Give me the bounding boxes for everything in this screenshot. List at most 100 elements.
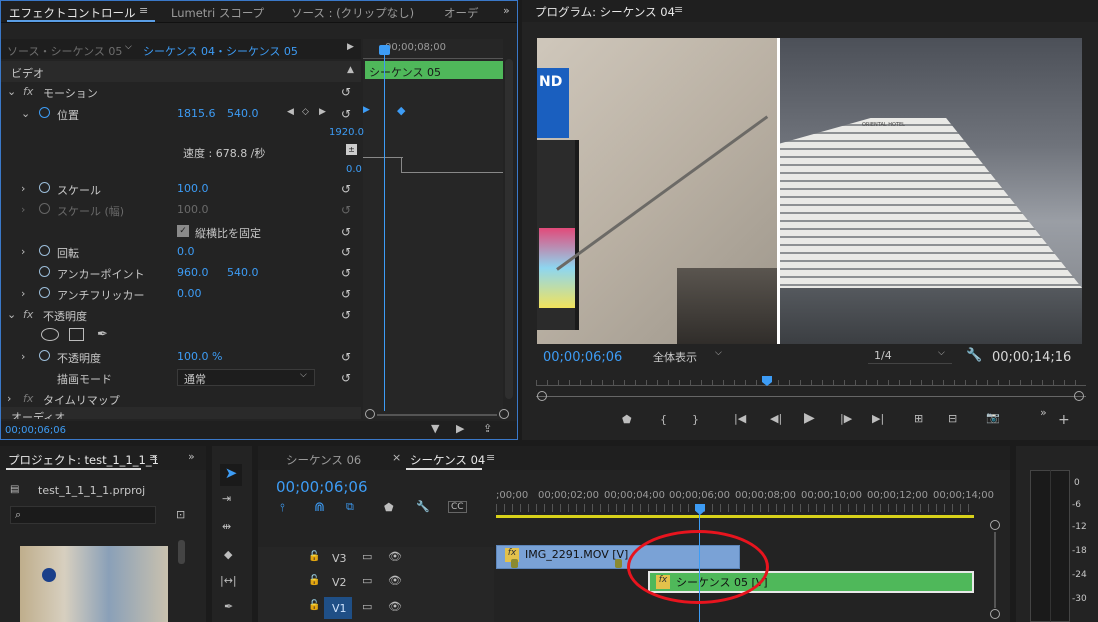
expand-chevron-icon[interactable]: ›: [21, 350, 25, 363]
reset-icon[interactable]: ↺: [341, 287, 351, 301]
video-frame[interactable]: ND ORIENTAL HOTEL: [537, 38, 1082, 344]
add-marker-icon[interactable]: ⬟: [384, 501, 394, 514]
scrollbar[interactable]: [505, 59, 513, 399]
pen-tool-icon[interactable]: ✒: [224, 600, 233, 613]
expand-chevron-icon[interactable]: ›: [21, 287, 25, 300]
timeline-timecode[interactable]: 00;00;06;06: [276, 478, 368, 496]
panel-menu-icon[interactable]: ≡: [674, 3, 683, 16]
media-thumbnail[interactable]: [20, 546, 168, 622]
tab-source[interactable]: ソース : (クリップなし): [291, 5, 414, 21]
stopwatch-icon[interactable]: [39, 350, 50, 361]
play-icon[interactable]: ▶: [804, 410, 815, 426]
export-icon[interactable]: ⇪: [483, 422, 492, 435]
keyframe-icon[interactable]: ◆: [397, 104, 405, 117]
add-button-icon[interactable]: +: [1058, 412, 1070, 428]
project-title[interactable]: プロジェクト: test_1_1_1_1: [8, 452, 159, 468]
expand-chevron-icon[interactable]: ›: [21, 245, 25, 258]
lock-icon[interactable]: 🔓: [308, 575, 320, 586]
graph-toggle-icon[interactable]: ±: [346, 144, 357, 155]
reset-icon[interactable]: ↺: [341, 182, 351, 196]
next-keyframe-icon[interactable]: ▶: [319, 107, 326, 117]
collapse-icon[interactable]: ▲: [347, 65, 354, 75]
mini-clip-bar[interactable]: シーケンス 05: [365, 61, 503, 79]
expand-panels-icon[interactable]: »: [188, 450, 195, 463]
track-select-icon[interactable]: ⇥: [222, 492, 231, 505]
mark-out-icon[interactable]: }: [692, 413, 699, 426]
step-forward-icon[interactable]: |▶: [840, 412, 852, 425]
snap-icon[interactable]: ⫯: [280, 501, 285, 515]
expand-buttons-icon[interactable]: »: [1040, 406, 1047, 419]
reset-icon[interactable]: ↺: [341, 350, 351, 364]
extract-icon[interactable]: ⊟: [948, 412, 957, 425]
ripple-edit-icon[interactable]: ⇹: [222, 520, 231, 533]
lift-icon[interactable]: ⊞: [914, 412, 923, 425]
reset-icon[interactable]: ↺: [341, 225, 351, 239]
close-icon[interactable]: ×: [392, 451, 401, 464]
selection-tool-icon[interactable]: ➤: [220, 464, 242, 486]
stopwatch-icon[interactable]: [39, 287, 50, 298]
zoom-handle-right[interactable]: [499, 409, 509, 419]
panel-menu-icon[interactable]: ≡: [486, 451, 495, 464]
expand-chevron-icon[interactable]: ⌄: [7, 308, 16, 321]
antiflicker-value[interactable]: 0.00: [177, 287, 202, 300]
reset-icon[interactable]: ↺: [341, 308, 351, 322]
razor-tool-icon[interactable]: ◆: [224, 548, 232, 561]
position-y-value[interactable]: 540.0: [227, 107, 259, 120]
sync-icon[interactable]: ▭: [362, 574, 372, 587]
sequence-selector[interactable]: シーケンス 04・シーケンス 05: [143, 43, 298, 59]
play-audio-icon[interactable]: ▶: [456, 422, 464, 435]
scrubber-handle-left[interactable]: [537, 391, 547, 401]
reset-icon[interactable]: ↺: [341, 371, 351, 385]
linked-selection-icon[interactable]: ⧉: [346, 500, 354, 514]
uniform-scale-checkbox[interactable]: ✓: [177, 225, 189, 237]
v-scroll-track[interactable]: [994, 532, 996, 608]
zoom-handle-left[interactable]: [365, 409, 375, 419]
position-x-value[interactable]: 1815.6: [177, 107, 216, 120]
rotation-value[interactable]: 0.0: [177, 245, 195, 258]
marker-icon[interactable]: ⬟: [622, 413, 632, 426]
opacity-value[interactable]: 100.0 %: [177, 350, 222, 363]
stopwatch-icon[interactable]: [39, 266, 50, 277]
tab-sequence-04[interactable]: シーケンス 04: [410, 452, 485, 468]
tab-effect-controls[interactable]: エフェクトコントロール: [9, 5, 136, 21]
expand-panels-icon[interactable]: »: [503, 4, 510, 17]
expand-chevron-icon[interactable]: ⌄: [7, 85, 16, 98]
play-triangle-icon[interactable]: ▶: [347, 42, 354, 52]
new-bin-icon[interactable]: ⊡: [176, 508, 185, 521]
sync-icon[interactable]: ▭: [362, 600, 372, 613]
anchor-x-value[interactable]: 960.0: [177, 266, 209, 279]
wrench-icon[interactable]: 🔧: [966, 348, 982, 363]
tab-lumetri-scopes[interactable]: Lumetri スコープ: [171, 5, 264, 21]
v-scroll-top[interactable]: [990, 520, 1000, 530]
prev-keyframe-icon[interactable]: ◀: [287, 107, 294, 117]
scale-value[interactable]: 100.0: [177, 182, 209, 195]
chevron-down-icon[interactable]: ⌵: [125, 42, 132, 52]
expand-chevron-icon[interactable]: ›: [7, 392, 11, 405]
add-keyframe-icon[interactable]: ◇: [302, 107, 309, 117]
reset-icon[interactable]: ↺: [341, 266, 351, 280]
fit-dropdown[interactable]: 全体表示 ⌵: [649, 348, 729, 364]
pen-mask-icon[interactable]: ✒: [97, 327, 108, 342]
stopwatch-icon[interactable]: [39, 182, 50, 193]
panel-menu-icon[interactable]: ≡: [139, 4, 148, 17]
program-title[interactable]: プログラム: シーケンス 04: [535, 4, 675, 20]
zoom-bar[interactable]: [363, 409, 513, 419]
program-timecode[interactable]: 00;00;06;06: [543, 350, 622, 365]
blend-mode-dropdown[interactable]: 通常 ⌵: [177, 369, 315, 386]
v-scroll-bottom[interactable]: [990, 609, 1000, 619]
mark-in-icon[interactable]: {: [660, 413, 667, 426]
scrubber-track[interactable]: [536, 396, 1086, 397]
slip-tool-icon[interactable]: |↔|: [220, 574, 237, 587]
anchor-y-value[interactable]: 540.0: [227, 266, 259, 279]
quality-dropdown[interactable]: 1/4 ⌵: [868, 348, 952, 364]
project-scrollbar[interactable]: [178, 540, 185, 564]
eye-icon[interactable]: 👁: [388, 600, 402, 613]
captions-icon[interactable]: CC: [448, 501, 467, 513]
go-to-out-icon[interactable]: ▶|: [872, 412, 884, 425]
lock-icon[interactable]: 🔓: [308, 551, 320, 562]
rectangle-mask-icon[interactable]: [69, 328, 84, 341]
mini-playhead-handle[interactable]: [379, 45, 390, 55]
effect-timecode[interactable]: 00;00;06;06: [5, 425, 66, 436]
eye-icon[interactable]: 👁: [388, 550, 402, 563]
work-area-bar[interactable]: [496, 515, 974, 518]
